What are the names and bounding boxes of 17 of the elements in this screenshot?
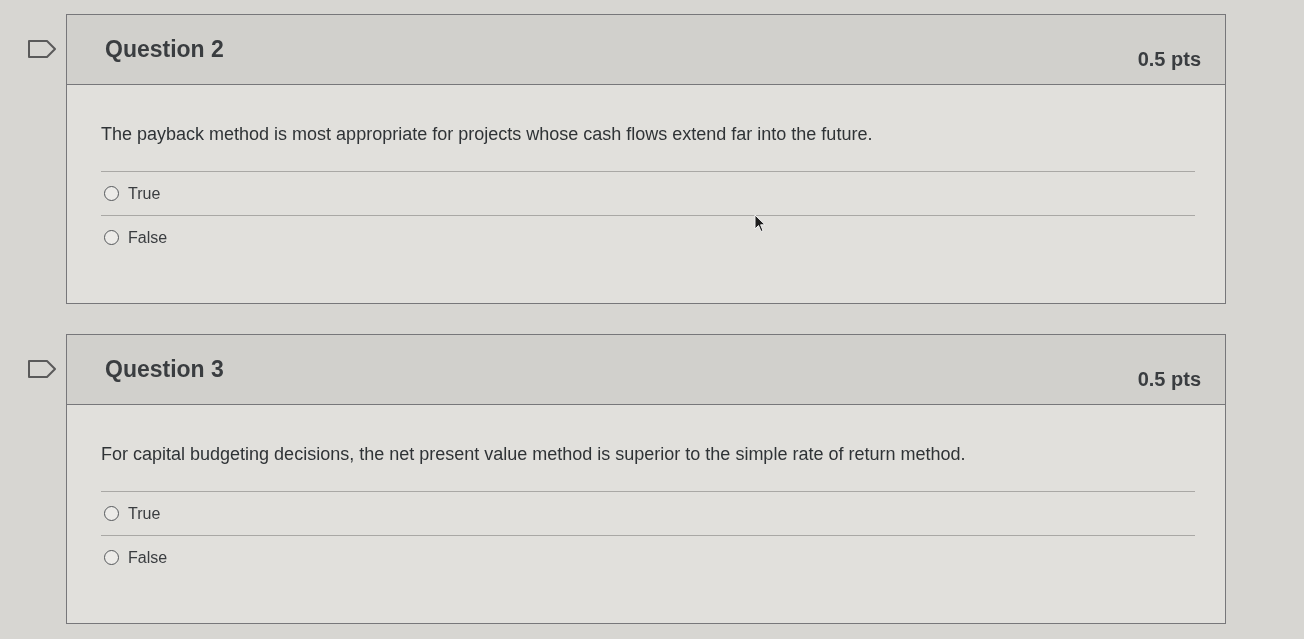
question-title: Question 3 — [105, 356, 224, 383]
question-title: Question 2 — [105, 36, 224, 63]
answer-label[interactable]: True — [128, 504, 161, 523]
radio-button[interactable] — [104, 506, 119, 521]
points-label: 0.5 pts — [1137, 368, 1201, 391]
cursor-icon — [754, 214, 766, 233]
answer-label[interactable]: False — [128, 228, 168, 247]
answer-label[interactable]: False — [128, 548, 168, 567]
flag-icon[interactable] — [28, 360, 56, 378]
radio-button[interactable] — [104, 186, 119, 201]
radio-button[interactable] — [104, 230, 119, 245]
answer-label[interactable]: True — [128, 184, 161, 203]
points-label: 0.5 pts — [1137, 48, 1201, 71]
radio-button[interactable] — [104, 550, 119, 565]
question-text: The payback method is most appropriate for projects whose cash flows extend far into the future. — [101, 123, 874, 145]
flag-icon[interactable] — [28, 40, 56, 58]
question-text: For capital budgeting decisions, the net present value method is superior to the simple rate of return method. — [101, 443, 967, 465]
